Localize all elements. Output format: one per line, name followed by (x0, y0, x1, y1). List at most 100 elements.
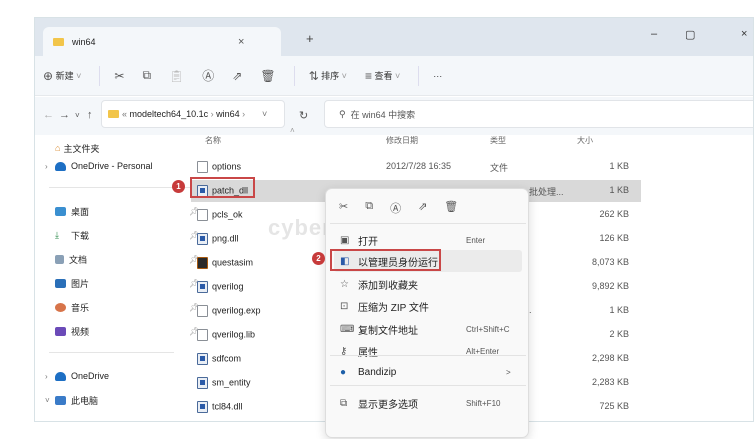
context-menu: ✂ ⧉ Ⓐ ⇗ 🗑︎ ▣ 打开 Enter ◧ 以管理员身份运行 ☆ 添加到收藏夹 ⊡ 压缩为 … (325, 188, 529, 438)
maximize-button[interactable]: ▢ (685, 28, 695, 41)
sidebar-item-videos[interactable]: 视频 📌︎ (55, 322, 199, 340)
column-header-size[interactable]: 大小 (577, 135, 593, 146)
search-input[interactable]: ⚲ 在 win64 中搜索 (324, 100, 753, 128)
rename-button[interactable]: Ⓐ (202, 67, 214, 84)
command-bar: ⊕ 新建 ˅ ✂ ⧉ 📋︎ Ⓐ ⇗ 🗑︎ ⇅ 排序 ˅ ≡ 查看 ˅ ··· (35, 56, 753, 96)
sort-button[interactable]: ⇅ 排序 ˅ (309, 69, 347, 83)
sidebar-item-home[interactable]: ⌂ 主文件夹 (55, 139, 99, 157)
chevron-down-icon[interactable]: ˅ (45, 396, 50, 405)
file-size: 2,283 KB (591, 377, 629, 387)
file-row[interactable]: options 2012/7/28 16:35 文件 1 KB (191, 156, 641, 178)
sidebar-label: 此电脑 (71, 395, 99, 406)
view-button[interactable]: ≡ 查看 ˅ (365, 69, 400, 83)
sidebar-label: OneDrive - Personal (71, 161, 153, 171)
breadcrumb-win64[interactable]: win64 (216, 109, 240, 119)
executable-icon (197, 353, 208, 365)
close-tab-button[interactable]: × (238, 36, 244, 48)
address-bar[interactable]: « modeltech64_10.1c › win64 › ˅ (101, 100, 285, 128)
sidebar-label: 文档 (69, 254, 88, 265)
menu-item-add-to-favorites[interactable]: ☆ 添加到收藏夹 (334, 273, 522, 295)
recent-dropdown[interactable]: ˅ (75, 111, 80, 120)
sidebar-item-documents[interactable]: 文档 📌︎ (55, 250, 199, 268)
forward-button[interactable]: → (59, 109, 70, 121)
sidebar-item-pictures[interactable]: 图片 📌︎ (55, 274, 199, 292)
scissors-icon[interactable]: ✂ (339, 200, 348, 216)
file-name-text: sdfcom (212, 353, 242, 364)
new-tab-button[interactable]: + (306, 31, 314, 46)
pictures-icon (55, 278, 66, 288)
share-icon[interactable]: ⇗ (418, 200, 427, 216)
share-button[interactable]: ⇗ (232, 69, 242, 83)
dll-icon (197, 401, 208, 413)
menu-item-label: Bandizip (358, 366, 397, 378)
delete-button[interactable]: 🗑︎ (260, 69, 275, 83)
sidebar-label: 下载 (71, 230, 90, 241)
rename-icon[interactable]: Ⓐ (390, 200, 401, 216)
sidebar-label: 图片 (71, 278, 90, 289)
divider (330, 355, 526, 356)
menu-item-shortcut: Enter (466, 235, 486, 245)
file-size: 1 KB (609, 161, 629, 171)
trash-icon[interactable]: 🗑︎ (444, 200, 458, 216)
search-icon: ⚲ (339, 108, 346, 119)
column-header-name[interactable]: 名称 (205, 135, 221, 146)
menu-item-label: 打开 (358, 236, 378, 248)
context-menu-quick-actions: ✂ ⧉ Ⓐ ⇗ 🗑︎ (326, 189, 528, 216)
trash-icon: 🗑︎ (260, 68, 276, 83)
sort-ascending-icon: ˄ (290, 126, 295, 135)
menu-item-label: 显示更多选项 (358, 399, 418, 411)
scissors-icon: ✂ (114, 68, 125, 83)
menu-item-show-more-options[interactable]: ⧉ 显示更多选项 Shift+F10 (334, 392, 522, 414)
file-name-text: pcls_ok (212, 209, 243, 220)
chevron-right-icon[interactable]: › (45, 162, 48, 171)
copy-icon[interactable]: ⧉ (365, 200, 373, 216)
column-header-type[interactable]: 类型 (490, 135, 506, 146)
more-icon: ··· (433, 70, 443, 81)
file-size: 725 KB (599, 401, 629, 411)
menu-item-properties[interactable]: ⚷ 属性 Alt+Enter (334, 340, 522, 362)
back-button[interactable]: ← (43, 109, 54, 121)
sidebar-item-onedrive-personal[interactable]: › OneDrive - Personal (45, 157, 153, 175)
sidebar-item-desktop[interactable]: 桌面 📌︎ (55, 202, 199, 220)
more-button[interactable]: ··· (433, 71, 442, 81)
sidebar-item-downloads[interactable]: ⤓ 下载 📌︎ (55, 226, 199, 244)
file-name-text: options (212, 161, 242, 172)
folder-icon (53, 37, 64, 46)
new-button[interactable]: ⊕ 新建 ˅ (43, 69, 81, 83)
file-size: 1 KB (609, 305, 629, 315)
sidebar-item-music[interactable]: 音乐 📌︎ (55, 298, 199, 316)
column-header-date[interactable]: 修改日期 (386, 135, 418, 146)
file-name-text: qverilog.lib (212, 329, 256, 340)
close-window-button[interactable]: × (741, 28, 747, 40)
cut-button[interactable]: ✂ (114, 69, 124, 83)
menu-item-open[interactable]: ▣ 打开 Enter (334, 229, 522, 251)
menu-item-bandizip[interactable]: ● Bandizip > (334, 361, 522, 383)
chevron-right-icon[interactable]: › (45, 372, 48, 381)
breadcrumb-modeltech[interactable]: modeltech64_10.1c (130, 109, 209, 119)
sidebar-label: 桌面 (71, 206, 90, 217)
minimize-button[interactable]: – (651, 28, 657, 40)
file-name: qverilog (197, 281, 244, 293)
divider (99, 65, 101, 86)
menu-item-copy-path[interactable]: ⌨ 复制文件地址 Ctrl+Shift+C (334, 318, 522, 340)
open-icon: ▣ (340, 234, 350, 246)
desktop-icon (55, 206, 66, 216)
file-size: 2 KB (609, 329, 629, 339)
up-button[interactable]: ↑ (87, 109, 93, 121)
sidebar-label: 主文件夹 (63, 143, 100, 154)
path-overflow: « (122, 109, 128, 119)
navigation-pane: ⌂ 主文件夹 › OneDrive - Personal 桌面 📌︎ ⤓ 下载 📌︎ 文档… (35, 135, 199, 421)
chevron-down-icon[interactable]: ˅ (262, 109, 267, 119)
sidebar-item-this-pc[interactable]: ˅ 此电脑 (45, 391, 99, 409)
paste-button[interactable]: 📋︎ (169, 69, 184, 83)
file-name-text: png.dll (212, 233, 239, 244)
sidebar-item-onedrive[interactable]: › OneDrive (45, 367, 109, 385)
home-icon: ⌂ (55, 143, 61, 153)
menu-item-compress-zip[interactable]: ⊡ 压缩为 ZIP 文件 (334, 295, 522, 317)
tab-win64[interactable]: win64 × (43, 27, 281, 56)
copy-button[interactable]: ⧉ (142, 68, 151, 83)
refresh-button[interactable]: ↻ (299, 109, 308, 122)
file-size: 9,892 KB (591, 281, 629, 291)
file-size: 2,298 KB (591, 353, 629, 363)
menu-item-label: 添加到收藏夹 (358, 280, 418, 292)
